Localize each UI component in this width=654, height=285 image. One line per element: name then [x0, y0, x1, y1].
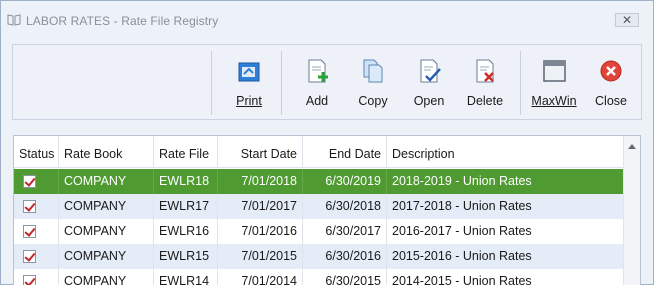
table-row[interactable]: COMPANY EWLR17 7/01/2017 6/30/2018 2017-…: [14, 194, 624, 219]
title-bar: LABOR RATES - Rate File Registry ✕: [1, 1, 653, 41]
column-header-status[interactable]: Status: [14, 136, 59, 168]
table-row[interactable]: COMPANY EWLR18 7/01/2018 6/30/2019 2018-…: [14, 169, 624, 194]
toolbar: Print Add Copy Open Delete MaxWin Close: [12, 44, 642, 120]
toolbar-separator: [520, 51, 521, 115]
end-date-cell: 6/30/2017: [303, 219, 387, 244]
add-document-icon: [308, 59, 328, 83]
close-button[interactable]: Close: [591, 57, 631, 113]
open-button[interactable]: Open: [409, 57, 449, 113]
column-header-end-date[interactable]: End Date: [303, 136, 387, 168]
add-button[interactable]: Add: [297, 57, 337, 113]
end-date-cell: 6/30/2015: [303, 269, 387, 285]
status-cell: [14, 219, 59, 244]
rate-file-cell: EWLR17: [154, 194, 218, 219]
status-cell: [14, 194, 59, 219]
maximize-window-icon: [543, 60, 566, 82]
print-label: Print: [236, 94, 262, 108]
table-row[interactable]: COMPANY EWLR14 7/01/2014 6/30/2015 2014-…: [14, 269, 624, 285]
column-header-description[interactable]: Description: [387, 136, 624, 168]
end-date-cell: 6/30/2018: [303, 194, 387, 219]
table-row[interactable]: COMPANY EWLR15 7/01/2015 6/30/2016 2015-…: [14, 244, 624, 269]
grid-header: Status Rate Book Rate File Start Date En…: [14, 136, 624, 168]
window-title: LABOR RATES - Rate File Registry: [26, 14, 219, 28]
status-checkbox[interactable]: [23, 275, 36, 285]
rate-book-cell: COMPANY: [59, 269, 154, 285]
rate-book-cell: COMPANY: [59, 244, 154, 269]
status-cell: [14, 244, 59, 269]
status-checkbox[interactable]: [23, 250, 36, 263]
rate-book-cell: COMPANY: [59, 194, 154, 219]
maxwin-button[interactable]: MaxWin: [530, 57, 578, 113]
close-label: Close: [595, 94, 627, 108]
status-checkbox[interactable]: [23, 200, 36, 213]
start-date-cell: 7/01/2018: [218, 169, 303, 194]
column-header-rate-book[interactable]: Rate Book: [59, 136, 154, 168]
column-header-rate-file[interactable]: Rate File: [154, 136, 218, 168]
close-circle-icon: [600, 60, 622, 82]
table-row[interactable]: COMPANY EWLR16 7/01/2016 6/30/2017 2016-…: [14, 219, 624, 244]
delete-document-icon: [476, 59, 494, 83]
start-date-cell: 7/01/2014: [218, 269, 303, 285]
start-date-cell: 7/01/2017: [218, 194, 303, 219]
print-button[interactable]: Print: [229, 57, 269, 113]
window-close-button[interactable]: ✕: [615, 13, 639, 27]
status-cell: [14, 169, 59, 194]
copy-label: Copy: [358, 94, 388, 108]
add-label: Add: [305, 94, 329, 108]
rate-file-grid[interactable]: Status Rate Book Rate File Start Date En…: [13, 135, 641, 285]
start-date-cell: 7/01/2016: [218, 219, 303, 244]
vertical-scrollbar[interactable]: [623, 136, 640, 285]
delete-button[interactable]: Delete: [463, 57, 507, 113]
description-cell: 2018-2019 - Union Rates: [392, 174, 532, 188]
scroll-up-arrow-icon[interactable]: [628, 144, 636, 149]
delete-label: Delete: [466, 94, 504, 108]
rate-file-cell: EWLR14: [154, 269, 218, 285]
rate-file-cell: EWLR18: [154, 169, 218, 194]
start-date-cell: 7/01/2015: [218, 244, 303, 269]
toolbar-separator: [211, 51, 212, 115]
description-cell: 2016-2017 - Union Rates: [392, 224, 532, 238]
end-date-cell: 6/30/2016: [303, 244, 387, 269]
print-icon: [238, 62, 260, 82]
copy-icon: [363, 59, 383, 83]
rate-file-cell: EWLR15: [154, 244, 218, 269]
book-icon: [7, 14, 21, 26]
status-cell: [14, 269, 59, 285]
open-label: Open: [413, 94, 445, 108]
labor-rates-window: LABOR RATES - Rate File Registry ✕ Print: [0, 0, 654, 285]
toolbar-separator: [281, 51, 282, 115]
copy-button[interactable]: Copy: [353, 57, 393, 113]
status-checkbox[interactable]: [23, 175, 36, 188]
end-date-cell: 6/30/2019: [303, 169, 387, 194]
maxwin-label: MaxWin: [531, 94, 577, 108]
description-cell: 2014-2015 - Union Rates: [392, 274, 532, 285]
status-checkbox[interactable]: [23, 225, 36, 238]
rate-file-cell: EWLR16: [154, 219, 218, 244]
rate-book-cell: COMPANY: [59, 219, 154, 244]
description-cell: 2017-2018 - Union Rates: [392, 199, 532, 213]
rate-book-cell: COMPANY: [59, 169, 154, 194]
description-cell: 2015-2016 - Union Rates: [392, 249, 532, 263]
open-document-icon: [420, 59, 441, 83]
column-header-start-date[interactable]: Start Date: [218, 136, 303, 168]
